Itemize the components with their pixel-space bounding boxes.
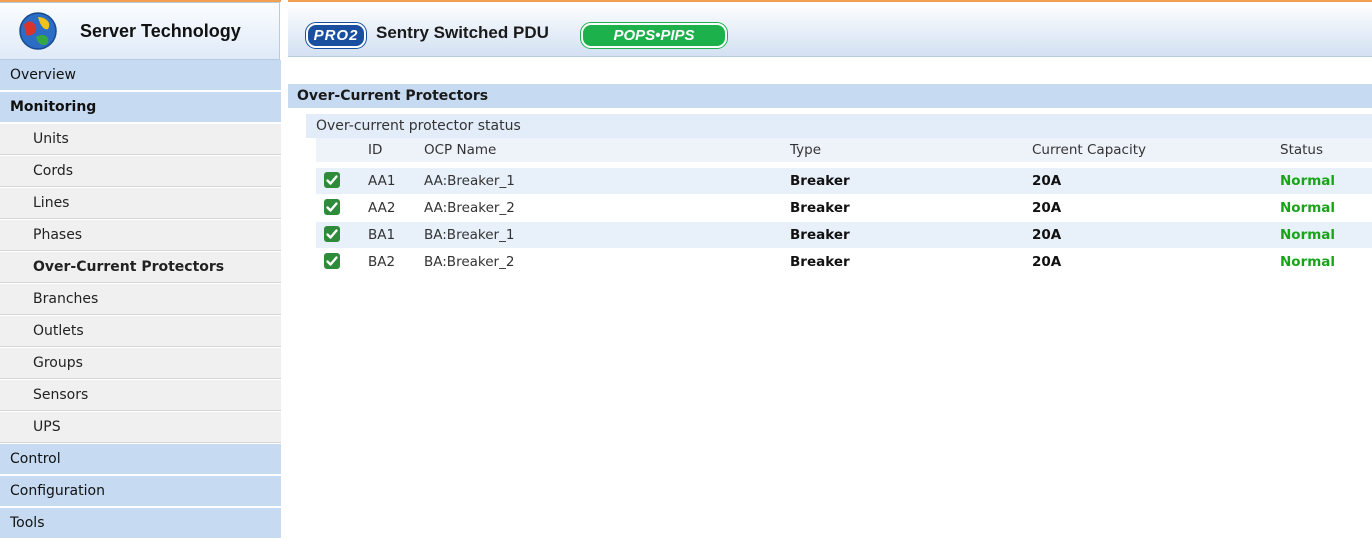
cell-type: Breaker [790,227,850,243]
sidebar-item-label: Units [33,131,69,147]
section-title: Over-Current Protectors [288,84,1372,108]
sidebar-item-label: Groups [33,355,83,371]
sidebar-item-lines[interactable]: Lines [0,188,281,219]
sidebar-item-label: Sensors [33,387,89,403]
pro2-logo: PRO2 [306,23,366,48]
sidebar-item-cords[interactable]: Cords [0,156,281,187]
cell-id: AA2 [368,200,396,216]
cell-current-capacity: 20A [1032,173,1062,189]
cell-ocp-name: AA:Breaker_2 [424,200,515,216]
sidebar-item-label: Branches [33,291,99,307]
sidebar-item-label: Cords [33,163,74,179]
sidebar-item-label: Monitoring [10,99,97,115]
column-header-ocp-name: OCP Name [424,142,497,158]
sidebar-item-units[interactable]: Units [0,124,281,155]
table-header-row: ID OCP Name Type Current Capacity Status [316,138,1372,162]
table-row: AA1 AA:Breaker_1 Breaker 20A Normal [316,168,1372,194]
sidebar-item-sensors[interactable]: Sensors [0,380,281,411]
cell-type: Breaker [790,173,850,189]
sidebar-item-branches[interactable]: Branches [0,284,281,315]
column-header-current-capacity: Current Capacity [1032,142,1146,158]
page-header: PRO2 Sentry Switched PDU POPS•PIPS [288,2,1372,57]
table-row: AA2 AA:Breaker_2 Breaker 20A Normal [316,195,1372,221]
cell-ocp-name: BA:Breaker_2 [424,254,515,270]
checkbox-checked-icon[interactable] [324,199,340,215]
sidebar-item-overview[interactable]: Overview [0,60,281,91]
brand-name: Server Technology [80,21,241,41]
cell-ocp-name: AA:Breaker_1 [424,173,515,189]
cell-id: BA1 [368,227,396,243]
sidebar-item-label: UPS [33,419,61,435]
cell-current-capacity: 20A [1032,227,1062,243]
brand-logo[interactable]: Server Technology [0,2,280,60]
cell-id: BA2 [368,254,396,270]
cell-status: Normal [1280,200,1336,216]
sidebar-item-tools[interactable]: Tools [0,508,281,539]
column-header-status: Status [1280,142,1324,158]
globe-logo-icon [19,12,57,50]
cell-id: AA1 [368,173,396,189]
sidebar-item-label: Tools [10,515,45,531]
column-header-type: Type [790,142,822,158]
sidebar-item-label: Configuration [10,483,105,499]
cell-ocp-name: BA:Breaker_1 [424,227,515,243]
table-row: BA2 BA:Breaker_2 Breaker 20A Normal [316,249,1372,275]
checkbox-checked-icon[interactable] [324,226,340,242]
sidebar-item-phases[interactable]: Phases [0,220,281,251]
sidebar-item-label: Lines [33,195,70,211]
sidebar-item-label: Overview [10,67,76,83]
sidebar-item-label: Phases [33,227,83,243]
sidebar-item-control[interactable]: Control [0,444,281,475]
table-caption: Over-current protector status [306,114,1372,138]
cell-status: Normal [1280,173,1336,189]
cell-current-capacity: 20A [1032,254,1062,270]
sidebar-item-label: Over-Current Protectors [33,259,225,275]
cell-current-capacity: 20A [1032,200,1062,216]
table-row: BA1 BA:Breaker_1 Breaker 20A Normal [316,222,1372,248]
frame-divider [281,0,288,538]
sidebar-item-label: Control [10,451,61,467]
sidebar-item-ups[interactable]: UPS [0,412,281,443]
column-header-id: ID [368,142,383,158]
checkbox-checked-icon[interactable] [324,172,340,188]
pops-pips-logo: POPS•PIPS [581,23,727,48]
product-title: Sentry Switched PDU [376,23,549,42]
cell-status: Normal [1280,227,1336,243]
cell-type: Breaker [790,200,850,216]
sidebar-item-outlets[interactable]: Outlets [0,316,281,347]
sidebar-item-configuration[interactable]: Configuration [0,476,281,507]
sidebar-item-label: Outlets [33,323,84,339]
sidebar-item-over-current-protectors[interactable]: Over-Current Protectors [0,252,281,283]
cell-type: Breaker [790,254,850,270]
sidebar-item-monitoring[interactable]: Monitoring [0,92,281,123]
sidebar: Server Technology Overview Monitoring Unit… [0,2,281,539]
sidebar-item-groups[interactable]: Groups [0,348,281,379]
cell-status: Normal [1280,254,1336,270]
checkbox-checked-icon[interactable] [324,253,340,269]
